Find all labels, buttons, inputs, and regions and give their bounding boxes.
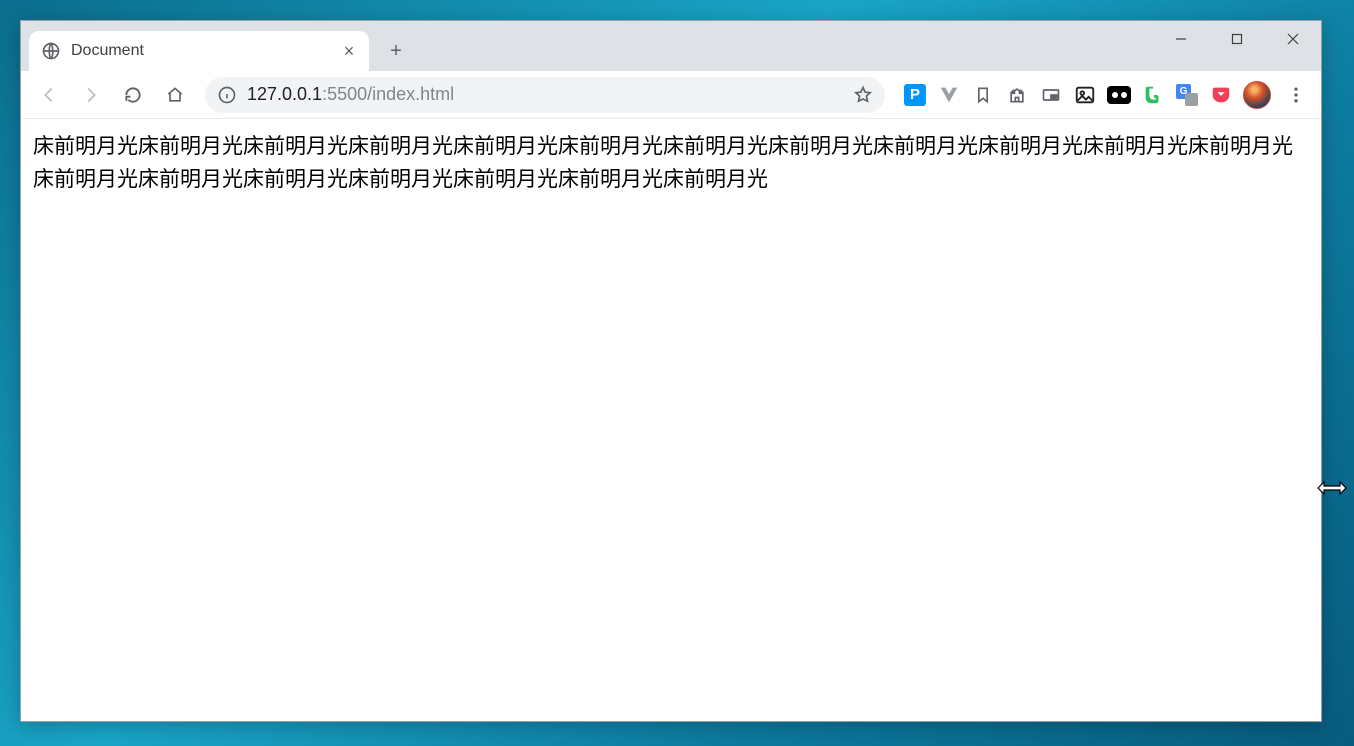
new-tab-button[interactable]: + [381, 36, 411, 66]
extension-eyes-icon[interactable] [1107, 83, 1131, 107]
maximize-button[interactable] [1209, 21, 1265, 57]
extension-google-translate-icon[interactable]: G [1175, 83, 1199, 107]
extensions-row: P [897, 80, 1311, 110]
tab-title: Document [71, 42, 331, 60]
back-button[interactable] [31, 77, 67, 113]
window-close-button[interactable] [1265, 21, 1321, 57]
toolbar: 127.0.0.1:5500/index.html P [21, 71, 1321, 119]
url-host: 127.0.0.1 [247, 84, 322, 104]
minimize-button[interactable] [1153, 21, 1209, 57]
extension-evernote-icon[interactable] [1141, 83, 1165, 107]
window-controls [1153, 21, 1321, 57]
extension-castle-icon[interactable] [1005, 83, 1029, 107]
reload-button[interactable] [115, 77, 151, 113]
close-icon: × [344, 42, 355, 60]
extension-pip-icon[interactable] [1039, 83, 1063, 107]
chrome-menu-button[interactable] [1281, 80, 1311, 110]
extension-pocket-icon[interactable] [1209, 83, 1233, 107]
url-rest: :5500/index.html [322, 84, 454, 104]
extension-vue-icon[interactable] [937, 83, 961, 107]
extension-pixiv-icon[interactable]: P [903, 83, 927, 107]
address-bar[interactable]: 127.0.0.1:5500/index.html [205, 77, 885, 113]
extension-image-icon[interactable] [1073, 83, 1097, 107]
bookmark-star-button[interactable] [853, 85, 873, 105]
forward-button[interactable] [73, 77, 109, 113]
tab-strip: Document × + [21, 21, 1321, 71]
plus-icon: + [390, 41, 402, 61]
page-viewport[interactable]: 床前明月光床前明月光床前明月光床前明月光床前明月光床前明月光床前明月光床前明月光… [21, 119, 1321, 721]
url-text: 127.0.0.1:5500/index.html [247, 84, 843, 105]
tab-active[interactable]: Document × [29, 31, 369, 71]
globe-icon [41, 41, 61, 61]
tab-close-button[interactable]: × [341, 43, 357, 59]
browser-window: Document × + [20, 20, 1322, 722]
site-info-icon[interactable] [217, 85, 237, 105]
profile-avatar[interactable] [1243, 81, 1271, 109]
home-button[interactable] [157, 77, 193, 113]
extension-bookmark-icon[interactable] [971, 83, 995, 107]
page-body-text: 床前明月光床前明月光床前明月光床前明月光床前明月光床前明月光床前明月光床前明月光… [33, 129, 1309, 194]
